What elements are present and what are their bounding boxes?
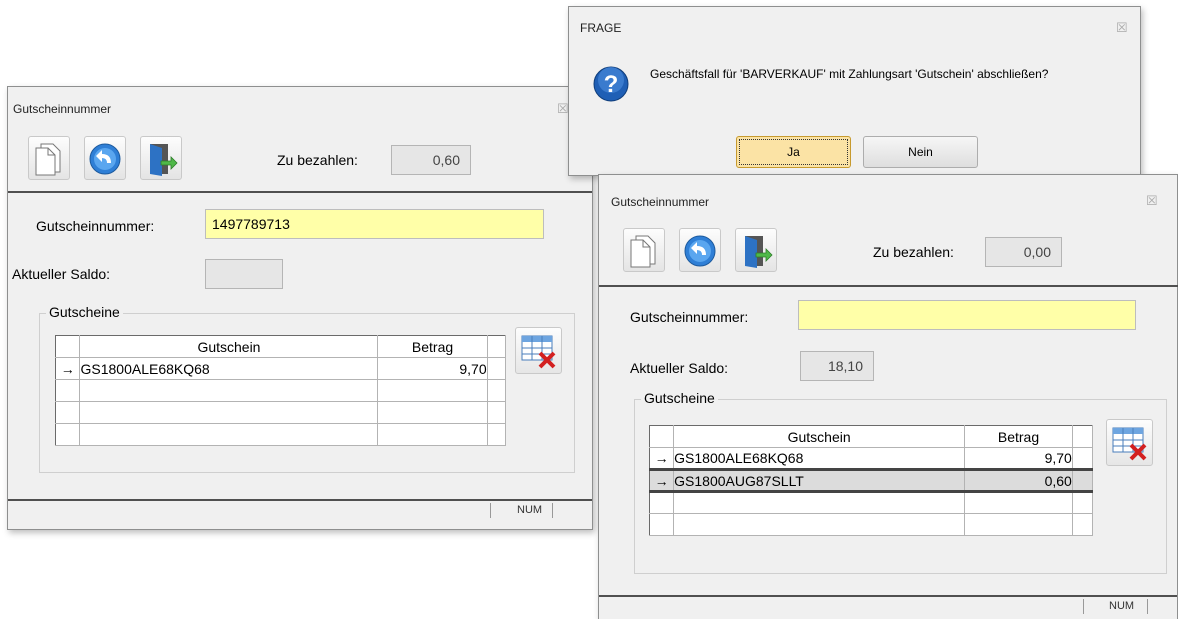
left-saldo-field: [205, 259, 283, 289]
right-toolbar-separator: [599, 285, 1178, 287]
right-exit-button[interactable]: [735, 228, 777, 272]
right-saldo-field: 18,10: [800, 351, 874, 381]
left-exit-button[interactable]: [140, 136, 182, 180]
left-zu-bezahlen-label: Zu bezahlen:: [277, 152, 358, 168]
row-indicator-icon: →: [649, 447, 675, 470]
left-zu-bezahlen-field: 0,60: [391, 145, 471, 175]
question-icon: ?: [593, 66, 629, 102]
yes-button[interactable]: Ja: [736, 136, 851, 168]
table-row[interactable]: [55, 379, 507, 402]
betrag-cell[interactable]: 0,60: [964, 468, 1073, 493]
left-gutscheine-table: Gutschein Betrag → GS1800ALE68KQ68 9,70: [55, 335, 507, 446]
right-col-betrag[interactable]: Betrag: [964, 425, 1073, 448]
right-row-header-corner: [649, 425, 675, 448]
table-row[interactable]: → GS1800ALE68KQ68 9,70: [649, 447, 1094, 470]
left-gutscheinnummer-input[interactable]: 1497789713: [205, 209, 544, 239]
table-row[interactable]: [649, 491, 1094, 514]
table-row[interactable]: [55, 401, 507, 424]
svg-text:?: ?: [604, 71, 619, 98]
gutschein-cell[interactable]: GS1800ALE68KQ68: [79, 357, 379, 380]
row-indicator-icon: →: [649, 468, 675, 493]
new-document-icon: [630, 235, 656, 268]
right-new-button[interactable]: [623, 228, 665, 272]
right-gutschein-dialog: Gutscheinnummer ☒ Zu bezahlen: 0,00 Guts…: [598, 174, 1178, 619]
new-document-icon: [35, 143, 61, 176]
right-gutscheine-group-label: Gutscheine: [641, 390, 718, 406]
left-undo-button[interactable]: [84, 136, 126, 180]
right-undo-button[interactable]: [679, 228, 721, 272]
right-col-gutschein[interactable]: Gutschein: [673, 425, 966, 448]
right-zu-bezahlen-field: 0,00: [985, 237, 1062, 267]
row-indicator-icon: →: [55, 357, 81, 380]
table-row[interactable]: [55, 423, 507, 446]
frage-message: Geschäftsfall für 'BARVERKAUF' mit Zahlu…: [650, 67, 1049, 81]
exit-door-icon: [150, 144, 178, 176]
no-button[interactable]: Nein: [863, 136, 978, 168]
betrag-cell[interactable]: 9,70: [964, 447, 1073, 470]
right-num-indicator: NUM: [1109, 600, 1135, 612]
left-dialog-title: Gutscheinnummer: [13, 102, 112, 116]
left-saldo-label: Aktueller Saldo:: [12, 266, 111, 282]
right-gutscheine-table: Gutschein Betrag → GS1800ALE68KQ68 9,70 …: [649, 425, 1094, 536]
right-saldo-label: Aktueller Saldo:: [630, 360, 729, 376]
right-dialog-title: Gutscheinnummer: [611, 195, 710, 209]
left-col-gutschein[interactable]: Gutschein: [79, 335, 379, 358]
right-gutscheinnummer-input[interactable]: [798, 300, 1136, 330]
left-status-bar: NUM: [8, 499, 592, 521]
betrag-cell[interactable]: 9,70: [377, 357, 488, 380]
frage-dialog: FRAGE ☒ ? Geschäftsfall für 'BARVERKAUF'…: [568, 6, 1141, 176]
left-new-button[interactable]: [28, 136, 70, 180]
left-gutscheinnummer-label: Gutscheinnummer:: [36, 218, 155, 234]
frage-title: FRAGE: [580, 21, 622, 35]
left-num-indicator: NUM: [517, 504, 543, 516]
left-col-betrag[interactable]: Betrag: [377, 335, 488, 358]
right-col-filler: [1072, 425, 1094, 448]
gutschein-cell[interactable]: GS1800ALE68KQ68: [673, 447, 966, 470]
left-row-header-corner: [55, 335, 81, 358]
gutschein-cell[interactable]: GS1800AUG87SLLT: [673, 468, 966, 493]
undo-icon: [684, 235, 716, 267]
right-zu-bezahlen-label: Zu bezahlen:: [873, 244, 954, 260]
undo-icon: [89, 143, 121, 175]
left-gutschein-dialog: Gutscheinnummer ☒ Zu bezahlen: 0,60 Guts…: [7, 86, 593, 530]
left-col-filler: [487, 335, 507, 358]
table-row[interactable]: → GS1800ALE68KQ68 9,70: [55, 357, 507, 380]
left-delete-row-button[interactable]: [515, 327, 562, 374]
frage-close-icon[interactable]: ☒: [1116, 20, 1128, 36]
table-row-selected[interactable]: → GS1800AUG87SLLT 0,60: [649, 468, 1094, 493]
right-status-bar: NUM: [599, 595, 1177, 617]
exit-door-icon: [745, 236, 773, 268]
left-gutscheine-group-label: Gutscheine: [46, 304, 123, 320]
left-toolbar-separator: [8, 191, 592, 193]
left-close-icon[interactable]: ☒: [557, 101, 569, 117]
right-close-icon[interactable]: ☒: [1146, 193, 1158, 209]
grid-delete-icon: [521, 335, 556, 369]
table-row[interactable]: [649, 513, 1094, 536]
grid-delete-icon: [1112, 427, 1147, 461]
right-delete-row-button[interactable]: [1106, 419, 1153, 466]
right-gutscheinnummer-label: Gutscheinnummer:: [630, 309, 749, 325]
